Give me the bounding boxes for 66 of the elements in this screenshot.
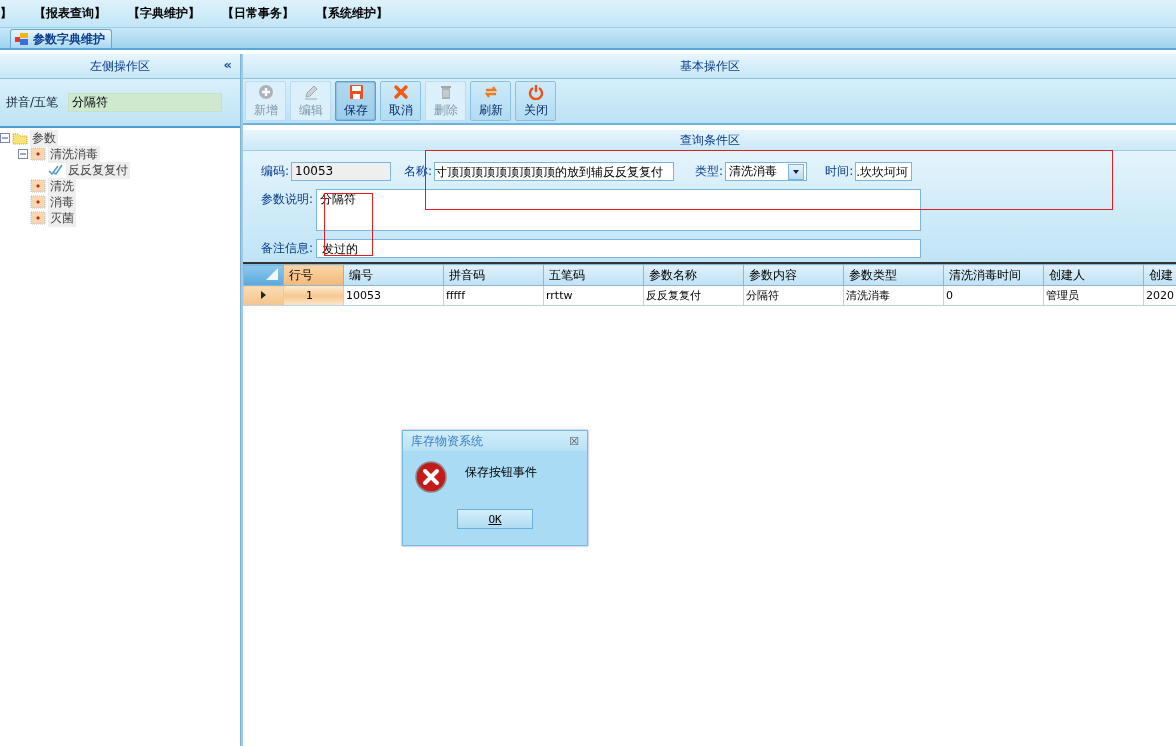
error-icon <box>415 461 447 493</box>
type-dropdown[interactable]: 清洗消毒 <box>725 162 808 181</box>
plus-circle-icon <box>257 83 274 100</box>
filter-input[interactable]: 分隔符 <box>68 93 223 112</box>
toolbar-button[interactable]: 取消 <box>380 81 421 121</box>
column-header[interactable]: 创建 <box>1143 264 1176 286</box>
field-label: 类型: <box>695 163 724 180</box>
column-header[interactable]: 行号 <box>283 264 344 286</box>
menu-item[interactable]: 【系统维护】 <box>316 5 388 22</box>
document-icon <box>30 210 46 226</box>
column-header[interactable]: 创建人 <box>1043 264 1144 286</box>
menu-item[interactable]: 【日常事务】 <box>222 5 294 22</box>
tree-item[interactable]: 参数 <box>30 129 58 147</box>
ok-button[interactable]: OK <box>457 509 533 529</box>
table-cell: 分隔符 <box>743 285 844 306</box>
field-label: 时间: <box>825 163 854 180</box>
table-cell: 管理员 <box>1043 285 1144 306</box>
column-header[interactable]: 拼音码 <box>443 264 544 286</box>
toolbar-button[interactable]: 保存 <box>335 81 376 121</box>
table-cell: 10053 <box>343 285 444 306</box>
double-check-icon <box>48 162 64 178</box>
table-cell: 0 <box>943 285 1044 306</box>
column-header[interactable]: 参数类型 <box>843 264 944 286</box>
collapse-icon[interactable] <box>18 149 28 159</box>
close-button[interactable]: ☒ <box>569 434 579 448</box>
column-header[interactable]: 五笔码 <box>543 264 644 286</box>
menu-item[interactable]: 【字典维护】 <box>128 5 200 22</box>
window-icon <box>15 32 29 46</box>
tree-item[interactable]: 清洗消毒 <box>48 145 100 163</box>
dropdown-arrow-icon <box>793 169 800 174</box>
cross-icon <box>392 83 409 100</box>
document-icon <box>30 194 46 210</box>
table-cell: 反反复复付 <box>643 285 744 306</box>
panel-title: 左侧操作区 <box>90 57 150 75</box>
column-header[interactable]: 编号 <box>343 264 444 286</box>
section-title: 查询条件区 <box>679 131 740 149</box>
table-cell: fffff <box>443 285 544 306</box>
column-header[interactable]: 参数内容 <box>743 264 844 286</box>
table-cell: 清洗消毒 <box>843 285 944 306</box>
panel-title: 基本操作区 <box>679 57 740 75</box>
menu-item[interactable]: 】 <box>0 5 12 22</box>
power-icon <box>527 83 544 100</box>
toolbar-button[interactable]: 刷新 <box>470 81 511 121</box>
dialog-message: 保存按钮事件 <box>465 464 537 481</box>
collapse-button[interactable]: « <box>223 57 232 72</box>
folder-icon <box>12 130 28 146</box>
field-label: 备注信息: <box>261 240 314 257</box>
tree-item[interactable]: 反反复复付 <box>66 161 130 179</box>
document-icon <box>30 146 46 162</box>
code-field[interactable]: 10053 <box>291 162 392 181</box>
pencil-icon <box>302 83 319 100</box>
collapse-icon[interactable] <box>0 133 10 143</box>
dialog-title: 库存物资系统 <box>411 432 483 450</box>
name-field[interactable]: 寸顶顶顶顶顶顶顶顶顶的放到辅反反复复付 <box>434 162 675 181</box>
field-label: 参数说明: <box>261 191 314 208</box>
toolbar-button[interactable]: 关闭 <box>515 81 556 121</box>
menu-item[interactable]: 【报表查询】 <box>34 5 106 22</box>
time-field[interactable]: .坎坎坷坷 <box>855 162 913 181</box>
field-label: 编码: <box>261 163 290 180</box>
column-header[interactable]: 清洗消毒时间 <box>943 264 1044 286</box>
filter-label: 拼音/五笔 <box>6 94 59 111</box>
column-header[interactable]: 参数名称 <box>643 264 744 286</box>
document-icon <box>30 178 46 194</box>
tree-item[interactable]: 清洗 <box>48 177 76 195</box>
table-cell: rrttw <box>543 285 644 306</box>
tab[interactable]: 参数字典维护 <box>10 29 112 48</box>
